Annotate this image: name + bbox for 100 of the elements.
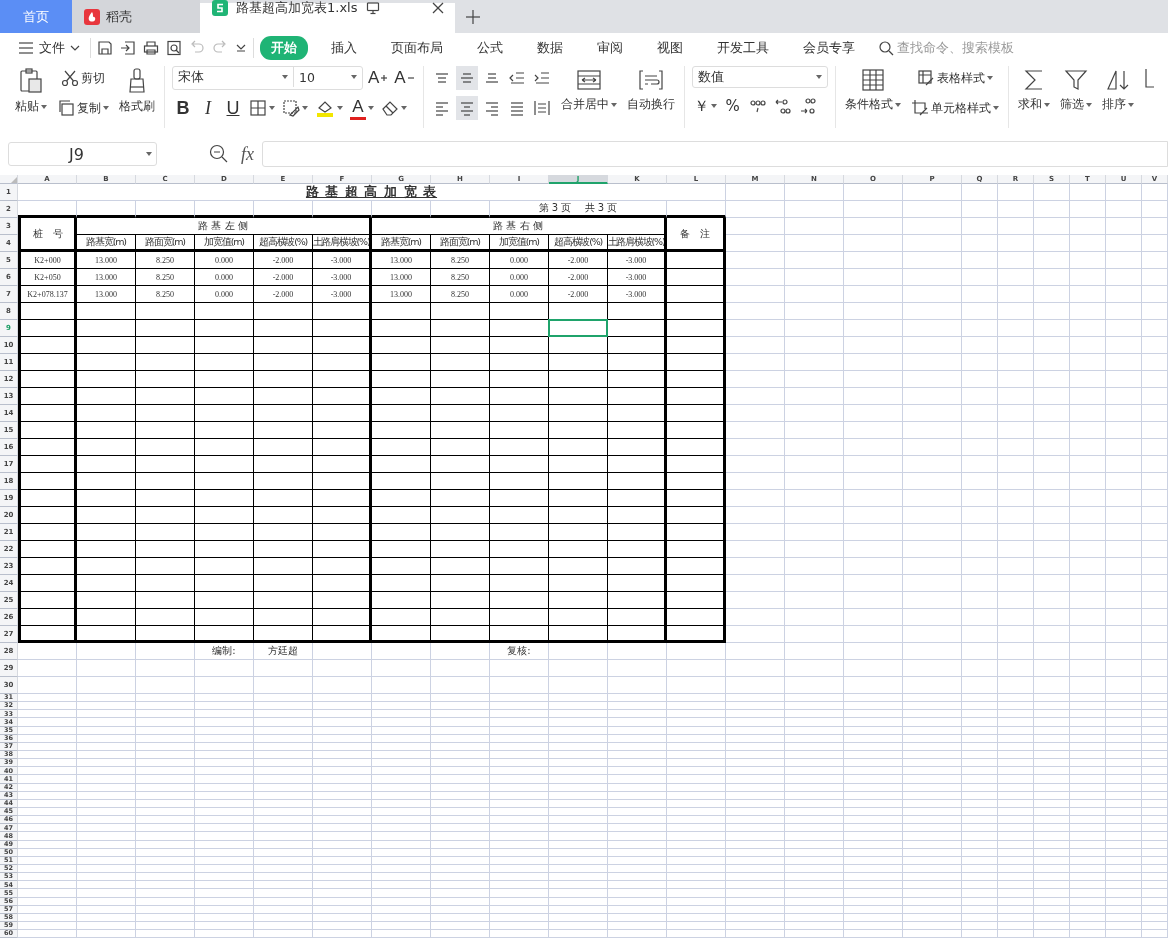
wrap-text-button[interactable]: 自动换行 <box>624 66 677 115</box>
select-all-corner[interactable] <box>0 175 18 184</box>
copy-button[interactable]: 复制 <box>55 96 111 120</box>
document-tab[interactable]: 路基超高加宽表1.xls <box>200 3 455 33</box>
caret-icon <box>992 106 999 110</box>
brush-icon <box>126 68 148 94</box>
table-brush-icon <box>916 69 935 87</box>
table-cell: K2+000 <box>18 252 77 269</box>
table-cell: -2.000 <box>549 286 608 303</box>
thousands-icon <box>748 97 767 115</box>
table-header-cell: 超高横坡(%) <box>549 235 608 252</box>
table-cell: 8.250 <box>431 252 490 269</box>
italic-button[interactable]: I <box>197 96 219 120</box>
caret-icon <box>146 152 152 156</box>
color-bar-icon <box>350 116 366 120</box>
table-header-cell: 桩 号 <box>18 218 77 252</box>
table-cell: 13.000 <box>372 269 431 286</box>
caret-icon <box>1085 102 1092 107</box>
save-icon <box>97 39 113 56</box>
indent-icon <box>532 69 551 87</box>
cell-brush-icon <box>910 99 929 117</box>
copy-icon <box>57 99 75 117</box>
spreadsheet-icon <box>212 0 228 16</box>
paste-button[interactable]: 粘贴 <box>13 66 49 117</box>
table-cell: -3.000 <box>608 269 667 286</box>
merge-cells-icon <box>575 68 602 92</box>
table-header-cell: 路基宽(m) <box>372 235 431 252</box>
table-grid-icon <box>859 68 886 92</box>
merge-center-button[interactable]: 合并居中 <box>558 66 619 115</box>
horizontal-align-button[interactable] <box>455 96 478 120</box>
chevron-icon <box>70 43 80 52</box>
grow-font-button[interactable]: A <box>366 66 390 90</box>
print-icon <box>143 39 159 56</box>
decimal-right-icon <box>798 97 817 115</box>
underline-button[interactable]: U <box>222 96 244 120</box>
bold-button[interactable]: B <box>172 96 194 120</box>
format-painter-button[interactable]: 格式刷 <box>117 66 157 117</box>
ribbon-tab[interactable]: 视图 <box>646 35 694 60</box>
caret-icon <box>401 106 407 110</box>
currency-button[interactable]: ￥ <box>691 94 719 118</box>
table-header-cell: 路面宽(m) <box>431 235 490 252</box>
percent-button[interactable]: % <box>721 94 744 118</box>
shrink-font-button[interactable]: A <box>392 66 416 90</box>
table-cell: -2.000 <box>254 286 313 303</box>
name-box[interactable]: J9 <box>8 142 157 166</box>
sum-button[interactable]: 求和 <box>1015 66 1052 115</box>
distribute-icon <box>532 99 551 117</box>
ribbon-tab[interactable]: 公式 <box>466 35 514 60</box>
formula-input[interactable] <box>262 141 1168 167</box>
plus-icon <box>465 8 481 25</box>
footer-label: 编制: <box>195 643 254 660</box>
cell-style-button[interactable]: 单元格样式 <box>908 96 1001 120</box>
table-cell: 8.250 <box>431 286 490 303</box>
document-tab[interactable]: 稻壳 <box>72 0 200 33</box>
filter-button[interactable]: 筛选 <box>1057 66 1094 115</box>
plus-icon <box>381 75 388 81</box>
table-style-button[interactable]: 表格样式 <box>908 66 1001 90</box>
font-size-dropdown[interactable]: 10 <box>294 67 362 87</box>
close-icon <box>431 0 445 15</box>
caret-icon <box>282 75 288 79</box>
sort-button[interactable]: 排序 <box>1099 66 1136 115</box>
table-cell: 8.250 <box>431 269 490 286</box>
ribbon-tab[interactable]: 页面布局 <box>380 35 454 60</box>
wrap-text-icon <box>637 68 664 92</box>
caret-icon <box>103 106 109 110</box>
font-name-dropdown[interactable]: 宋体 <box>173 67 294 87</box>
menu-icon <box>18 41 34 54</box>
ribbon-tab[interactable]: 插入 <box>320 35 368 60</box>
table-cell: -2.000 <box>254 252 313 269</box>
footer-label: 复核: <box>490 643 549 660</box>
ribbon-tab[interactable]: 会员专享 <box>792 35 866 60</box>
decimal-left-icon <box>773 97 792 115</box>
file-menu[interactable]: 文件 <box>14 38 84 57</box>
ribbon-tab[interactable]: 审阅 <box>586 35 634 60</box>
ribbon-tab[interactable]: 开发工具 <box>706 35 780 60</box>
corner-triangle-icon <box>11 177 17 183</box>
table-cell: 0.000 <box>195 252 254 269</box>
table-cell: 8.250 <box>136 286 195 303</box>
cut-button[interactable]: 剪切 <box>55 66 111 90</box>
caret-icon <box>1127 102 1134 107</box>
vertical-align-button[interactable] <box>455 66 478 90</box>
eraser-icon <box>381 99 399 117</box>
number-format-dropdown[interactable]: 数值 <box>691 66 828 88</box>
table-cell: 8.250 <box>136 252 195 269</box>
table-cell: 13.000 <box>77 269 136 286</box>
caret-icon <box>269 106 275 110</box>
table-cell: K2+050 <box>18 269 77 286</box>
table-cell: -3.000 <box>608 252 667 269</box>
ribbon-tab[interactable]: 数据 <box>526 35 574 60</box>
footer-label: 方廷超 <box>254 643 313 660</box>
function-label[interactable]: fx <box>241 143 254 165</box>
preview-icon <box>166 39 182 56</box>
active-cell-frame <box>548 319 608 337</box>
table-cell: 8.250 <box>136 269 195 286</box>
table-cell: 13.000 <box>77 286 136 303</box>
caret-icon <box>1043 102 1050 107</box>
table-cell: K2+078.137 <box>18 286 77 303</box>
caret-icon <box>337 106 343 110</box>
font-color-button[interactable]: A <box>348 96 376 120</box>
conditional-format-button[interactable]: 条件格式 <box>842 66 903 115</box>
